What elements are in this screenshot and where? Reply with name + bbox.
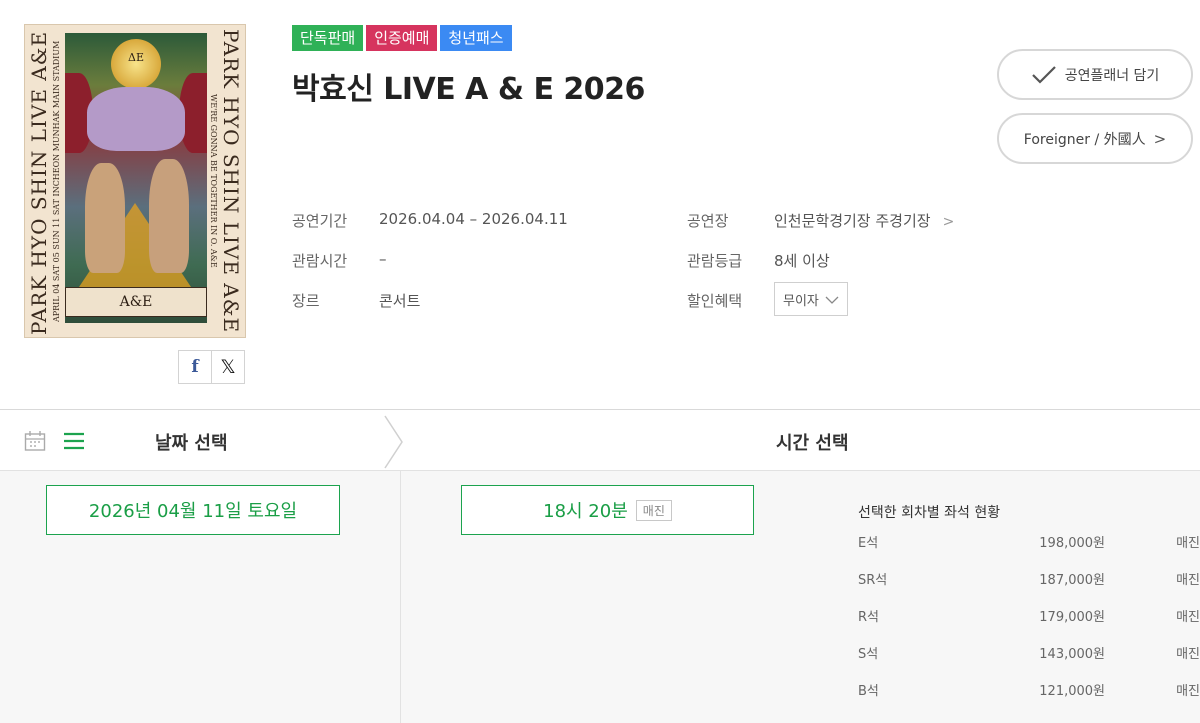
- seat-price: 143,000원: [1039, 647, 1105, 662]
- calendar-icon[interactable]: [24, 430, 46, 452]
- seat-row: B석 121,000원 매진: [858, 680, 1200, 717]
- info-right: 공연장 인천문학경기장 주경기장 > 관람등급 8세 이상 할인혜택 무이자: [687, 210, 954, 330]
- selected-time-button[interactable]: 18시 20분 매진: [461, 485, 754, 535]
- seat-grade: R석: [858, 610, 879, 625]
- info-value: 2026.04.04 – 2026.04.11: [379, 210, 568, 228]
- seat-price: 179,000원: [1039, 610, 1105, 625]
- seat-grade: E석: [858, 536, 879, 551]
- seat-row: R석 179,000원 매진: [858, 606, 1200, 643]
- poster-mark: ΔE: [128, 51, 144, 64]
- seat-status: 매진: [1176, 647, 1200, 662]
- poster-title-right: PARK HYO SHIN LIVE A&E 2026: [219, 29, 243, 338]
- info-label: 장르: [292, 292, 320, 310]
- info-row-genre: 장르 콘서트: [292, 290, 568, 330]
- check-icon: [1031, 64, 1057, 86]
- x-icon: 𝕏: [220, 356, 236, 378]
- seat-grade: S석: [858, 647, 879, 662]
- seat-price: 121,000원: [1039, 684, 1105, 699]
- chevron-right-icon: >: [942, 214, 955, 230]
- facebook-share-button[interactable]: f: [178, 350, 212, 384]
- info-row-runtime: 관람시간 –: [292, 250, 568, 290]
- time-select-header: 시간 선택: [776, 433, 849, 454]
- selected-date-button[interactable]: 2026년 04월 11일 토요일: [46, 485, 340, 535]
- info-value: 8세 이상: [774, 252, 830, 270]
- venue-link[interactable]: 인천문학경기장 주경기장 >: [774, 210, 954, 231]
- badge-exclusive: 단독판매: [292, 25, 364, 51]
- booking-section: 날짜 선택 시간 선택 2026년 04월 11일 토요일 18시 20분 매진…: [0, 409, 1200, 723]
- seat-status: 매진: [1176, 573, 1200, 588]
- info-label: 할인혜택: [687, 292, 743, 310]
- info-left: 공연기간 2026.04.04 – 2026.04.11 관람시간 – 장르 콘…: [292, 210, 568, 330]
- chevron-right-icon: >: [1153, 129, 1167, 148]
- add-to-planner-label: 공연플래너 담기: [1064, 67, 1160, 84]
- seat-status: 매진: [1176, 684, 1200, 699]
- info-row-period: 공연기간 2026.04.04 – 2026.04.11: [292, 210, 568, 250]
- page-title: 박효신 LIVE A & E 2026: [292, 72, 645, 107]
- poster-subtitle-left: APRIL 04 SAT 05 SUN 11 SAT INCHEON MUNHA…: [52, 40, 61, 322]
- seat-status-panel: 선택한 회차별 좌석 현황 E석 198,000원 매진 SR석 187,000…: [858, 502, 1200, 717]
- column-divider: [400, 471, 401, 723]
- seat-status: 매진: [1176, 536, 1200, 551]
- info-value: –: [379, 250, 387, 268]
- list-icon[interactable]: [63, 432, 85, 450]
- share-buttons: f 𝕏: [178, 350, 245, 384]
- info-label: 공연기간: [292, 212, 348, 230]
- badge-youth-pass: 청년패스: [440, 25, 512, 51]
- seat-price: 198,000원: [1039, 536, 1105, 551]
- discount-dropdown[interactable]: 무이자: [774, 282, 848, 316]
- info-label: 공연장: [687, 212, 729, 230]
- foreigner-button[interactable]: Foreigner / 外國人 >: [997, 113, 1193, 164]
- add-to-planner-button[interactable]: 공연플래너 담기: [997, 49, 1193, 100]
- concert-poster: PARK HYO SHIN LIVE A&E 2026 APRIL 04 SAT…: [24, 24, 246, 338]
- info-label: 관람등급: [687, 252, 743, 270]
- selected-date-label: 2026년 04월 11일 토요일: [88, 501, 298, 522]
- seat-grade: B석: [858, 684, 879, 699]
- poster-tagline-right: WE'RE GONNA BE TOGETHER IN O. A&E: [209, 94, 218, 268]
- badge-verified: 인증예매: [366, 25, 438, 51]
- seat-row: E석 198,000원 매진: [858, 532, 1200, 569]
- poster-title-left: PARK HYO SHIN LIVE A&E 2026: [27, 24, 51, 335]
- selected-time-label: 18시 20분: [543, 501, 628, 522]
- date-select-header: 날짜 선택: [155, 433, 228, 454]
- x-share-button[interactable]: 𝕏: [211, 350, 245, 384]
- discount-value: 무이자: [783, 293, 819, 309]
- badge-list: 단독판매 인증예매 청년패스: [292, 25, 512, 51]
- poster-label-box: A&E: [65, 287, 207, 317]
- seat-status-title: 선택한 회차별 좌석 현황: [858, 505, 1001, 521]
- info-row-venue: 공연장 인천문학경기장 주경기장 >: [687, 210, 954, 250]
- step-arrow-icon: [382, 414, 406, 470]
- seat-price: 187,000원: [1039, 573, 1105, 588]
- venue-name: 인천문학경기장 주경기장: [774, 212, 931, 230]
- chevron-down-icon: [825, 294, 839, 304]
- info-value: 콘서트: [379, 292, 421, 310]
- info-label: 관람시간: [292, 252, 348, 270]
- facebook-icon: f: [191, 357, 199, 377]
- seat-row: SR석 187,000원 매진: [858, 569, 1200, 606]
- booking-header: 날짜 선택 시간 선택: [0, 410, 1200, 471]
- foreigner-label: Foreigner / 外國人: [1023, 131, 1146, 148]
- poster-artwork: [65, 33, 207, 323]
- seat-row: S석 143,000원 매진: [858, 643, 1200, 680]
- sold-out-badge: 매진: [635, 499, 672, 521]
- seat-status: 매진: [1176, 610, 1200, 625]
- info-row-discount: 할인혜택 무이자: [687, 282, 954, 330]
- seat-grade: SR석: [858, 573, 888, 588]
